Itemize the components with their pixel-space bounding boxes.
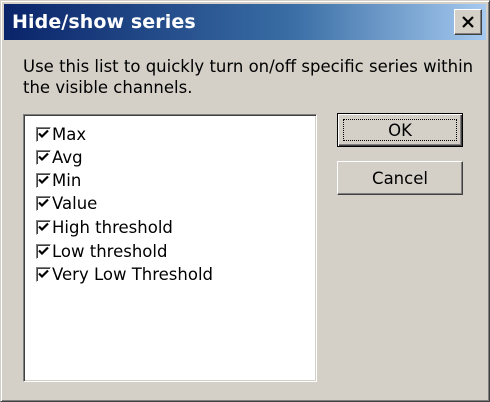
series-label: Min (52, 170, 82, 190)
list-item-very-low-threshold[interactable]: Very Low Threshold (36, 263, 213, 285)
series-label: Max (52, 124, 87, 144)
series-listbox[interactable]: Max Avg Min Value High threshold Low thr… (23, 114, 317, 382)
list-item-min[interactable]: Min (36, 169, 81, 191)
series-checkbox[interactable] (36, 266, 51, 282)
instructions-text: Use this list to quickly turn on/off spe… (23, 57, 474, 97)
checkmark-icon (38, 222, 49, 232)
series-label: Very Low Threshold (52, 264, 214, 284)
title-bar[interactable]: Hide/show series (4, 4, 486, 40)
series-checkbox[interactable] (36, 243, 51, 259)
list-item-max[interactable]: Max (36, 123, 86, 145)
checkmark-icon (38, 175, 49, 185)
checkmark-icon (38, 269, 49, 279)
series-checkbox[interactable] (36, 126, 51, 142)
series-label: Value (52, 193, 98, 213)
dialog-title: Hide/show series (12, 11, 196, 33)
checkmark-icon (38, 246, 49, 256)
series-label: Avg (52, 147, 83, 167)
series-label: High threshold (52, 217, 173, 237)
series-checkbox[interactable] (36, 195, 51, 211)
series-label: Low threshold (52, 241, 168, 261)
checkmark-icon (38, 198, 49, 208)
series-checkbox[interactable] (36, 149, 51, 165)
ok-button-label: OK (388, 120, 412, 140)
list-item-high-threshold[interactable]: High threshold (36, 216, 173, 238)
checkmark-icon (38, 152, 49, 162)
list-item-low-threshold[interactable]: Low threshold (36, 240, 167, 262)
cancel-button[interactable]: Cancel (337, 161, 463, 195)
dialog-window: Hide/show series Use this list to quickl… (0, 0, 490, 402)
checkmark-icon (38, 129, 49, 139)
close-button[interactable] (454, 9, 482, 35)
cancel-button-label: Cancel (372, 168, 428, 188)
ok-button[interactable]: OK (337, 113, 463, 147)
series-checkbox[interactable] (36, 219, 51, 235)
close-icon (462, 16, 474, 28)
list-item-value[interactable]: Value (36, 192, 97, 214)
list-item-avg[interactable]: Avg (36, 146, 83, 168)
series-checkbox[interactable] (36, 172, 51, 188)
